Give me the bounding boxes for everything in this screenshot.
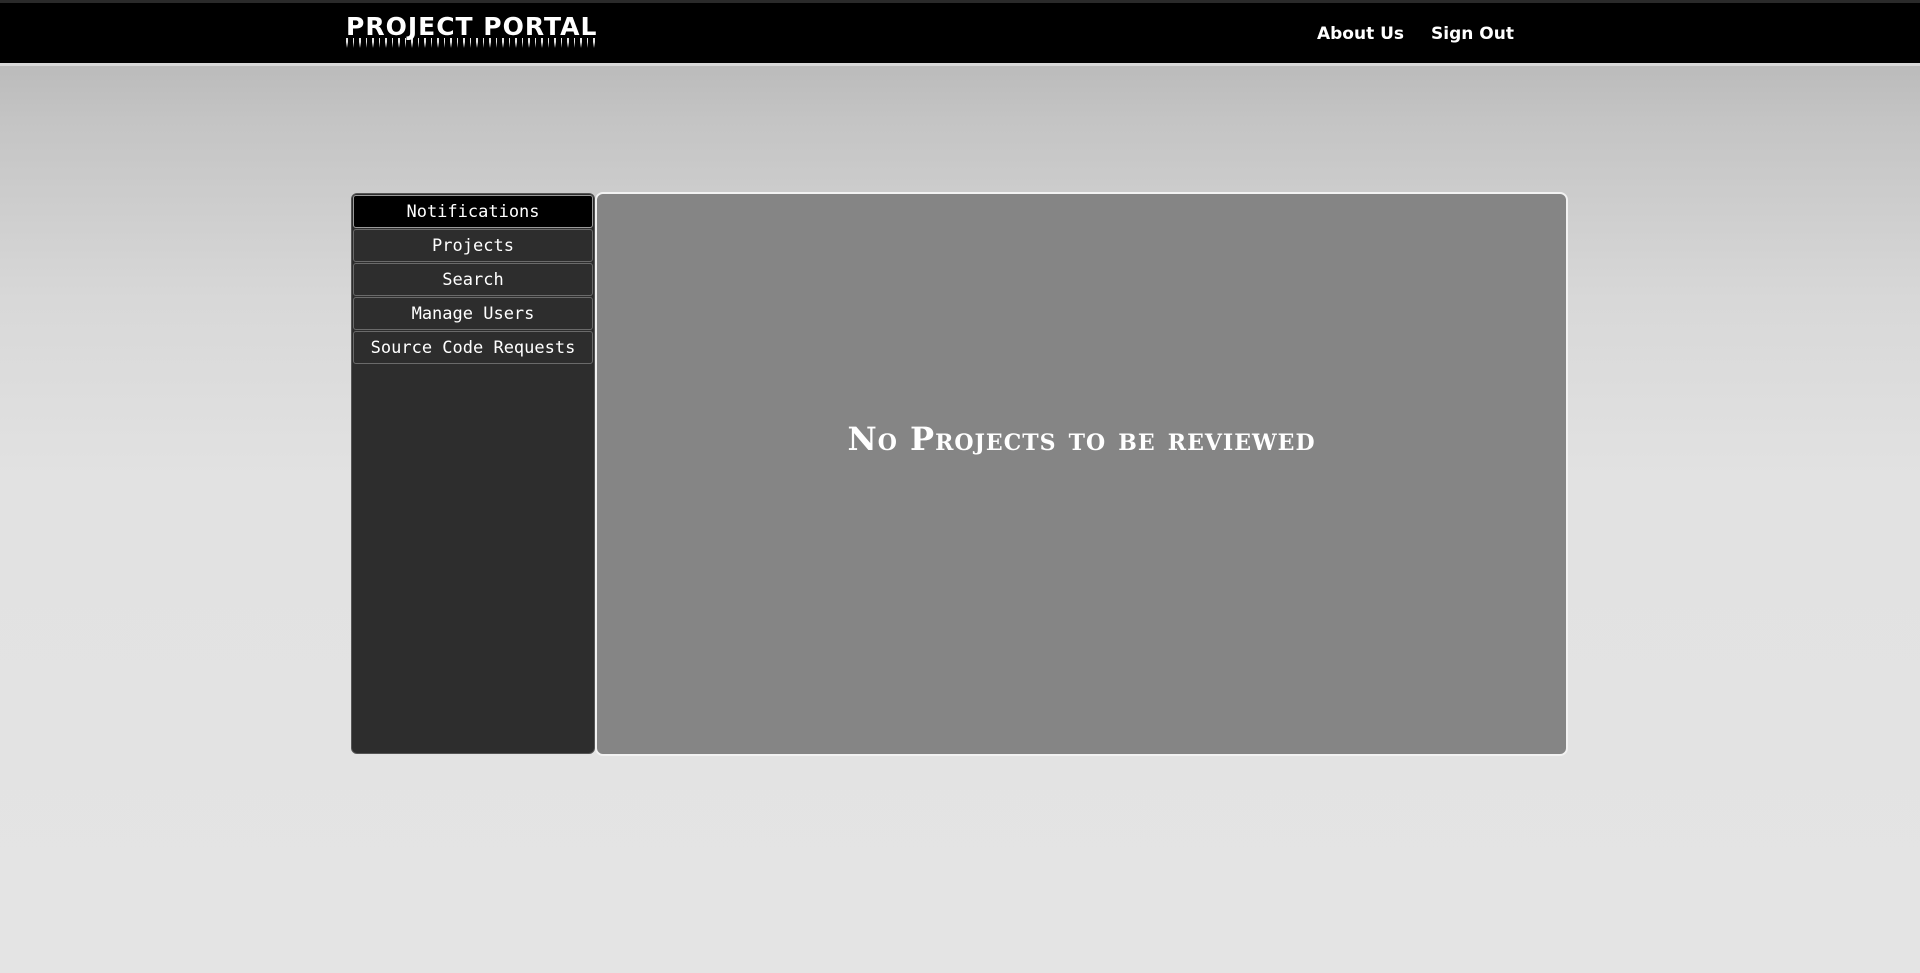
sidebar-item-source-code-requests[interactable]: Source Code Requests bbox=[353, 331, 593, 364]
logo-text: PROJECT PORTAL bbox=[346, 12, 598, 41]
sidebar-item-projects[interactable]: Projects bbox=[353, 229, 593, 262]
header-nav: About Us Sign Out bbox=[1317, 24, 1514, 44]
sidebar-item-search[interactable]: Search bbox=[353, 263, 593, 296]
empty-state-message: No Projects to be reviewed bbox=[847, 420, 1316, 458]
sign-out-link[interactable]: Sign Out bbox=[1431, 24, 1514, 44]
sidebar-menu: Notifications Projects Search Manage Use… bbox=[351, 193, 595, 754]
site-logo[interactable]: PROJECT PORTAL bbox=[346, 12, 598, 48]
main-content-panel: No Projects to be reviewed bbox=[595, 192, 1568, 756]
sidebar-item-manage-users[interactable]: Manage Users bbox=[353, 297, 593, 330]
logo-drip-decoration bbox=[346, 38, 598, 48]
about-us-link[interactable]: About Us bbox=[1317, 24, 1404, 44]
sidebar-item-notifications[interactable]: Notifications bbox=[353, 195, 593, 228]
top-navbar: PROJECT PORTAL About Us Sign Out bbox=[0, 0, 1920, 66]
